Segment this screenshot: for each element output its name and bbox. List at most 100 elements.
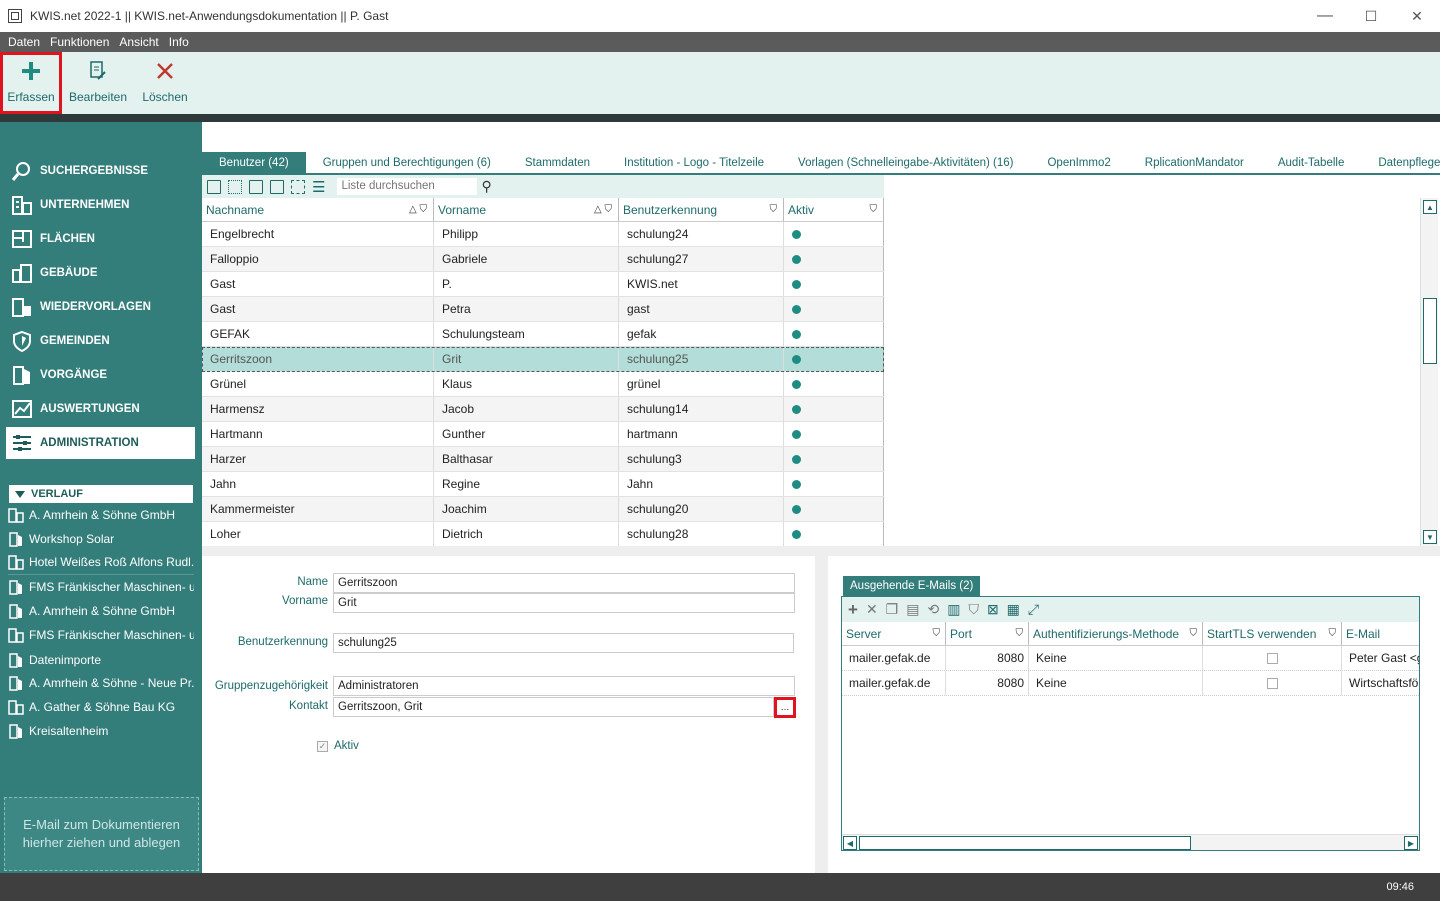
cell-vorname[interactable]: P. bbox=[434, 272, 619, 296]
history-item[interactable]: Kreisaltenheim bbox=[8, 720, 194, 742]
kontakt-select-button[interactable]: ... bbox=[774, 697, 796, 718]
nav-gemeinden[interactable]: GEMEINDEN bbox=[6, 325, 195, 357]
excel-export-icon[interactable]: ⊠ bbox=[987, 601, 999, 618]
kontakt-field[interactable]: Gerritszoon, Grit bbox=[333, 697, 774, 717]
aktiv-checkbox[interactable]: ✓ Aktiv bbox=[317, 740, 359, 752]
cell-vorname[interactable]: Jacob bbox=[434, 397, 619, 421]
cell-nachname[interactable]: Hartmann bbox=[202, 422, 434, 446]
cell-vorname[interactable]: Petra bbox=[434, 297, 619, 321]
cell-vorname[interactable]: Dietrich bbox=[434, 522, 619, 546]
menu-daten[interactable]: Daten bbox=[3, 35, 45, 49]
nav-suchergebnisse[interactable]: SUCHERGEBNISSE bbox=[6, 155, 195, 187]
tab-openimmo[interactable]: OpenImmo2 bbox=[1030, 152, 1127, 174]
cell-nachname[interactable]: Harmensz bbox=[202, 397, 434, 421]
cell-vorname[interactable]: Klaus bbox=[434, 372, 619, 396]
cell-aktiv[interactable] bbox=[784, 297, 884, 321]
kennung-field[interactable]: schulung25 bbox=[333, 633, 794, 653]
cell-vorname[interactable]: Gabriele bbox=[434, 247, 619, 271]
table-row[interactable]: Jahn Regine Jahn bbox=[202, 472, 884, 497]
col-vorname[interactable]: Vorname △ ⛉ bbox=[434, 198, 619, 221]
gruppe-field[interactable]: Administratoren bbox=[333, 676, 795, 696]
history-item[interactable]: FMS Fränkischer Maschinen- u... bbox=[8, 576, 194, 598]
nav-gebaeude[interactable]: GEBÄUDE bbox=[6, 257, 195, 289]
sort-filter-icon[interactable]: △ ⛉ bbox=[409, 204, 427, 215]
nav-unternehmen[interactable]: UNTERNEHMEN bbox=[6, 189, 195, 221]
mail-row[interactable]: mailer.gefak.de 8080 Keine Peter Gast <g bbox=[842, 646, 1419, 671]
cell-auth[interactable]: Keine bbox=[1029, 646, 1203, 670]
tab-datenpflege[interactable]: Datenpflege bbox=[1361, 152, 1440, 174]
cell-benutzerkennung[interactable]: hartmann bbox=[619, 422, 784, 446]
col-server[interactable]: Server ⛉ bbox=[842, 622, 946, 645]
cell-benutzerkennung[interactable]: gefak bbox=[619, 322, 784, 346]
nav-administration[interactable]: ADMINISTRATION bbox=[6, 427, 195, 459]
table-row[interactable]: Harzer Balthasar schulung3 bbox=[202, 447, 884, 472]
cell-aktiv[interactable] bbox=[784, 447, 884, 471]
copy-icon[interactable]: ❐ bbox=[886, 601, 899, 618]
cell-benutzerkennung[interactable]: schulung14 bbox=[619, 397, 784, 421]
delete-button[interactable]: Löschen bbox=[134, 52, 196, 114]
cell-nachname[interactable]: Engelbrecht bbox=[202, 222, 434, 246]
col-aktiv[interactable]: Aktiv ⛉ bbox=[784, 198, 884, 221]
minimize-button[interactable]: — bbox=[1302, 0, 1348, 32]
vertical-splitter[interactable] bbox=[815, 556, 828, 873]
table-row[interactable]: Kammermeister Joachim schulung20 bbox=[202, 497, 884, 522]
clear-filter-icon[interactable] bbox=[228, 179, 242, 194]
col-port[interactable]: Port ⛉ bbox=[946, 622, 1029, 645]
nav-flaechen[interactable]: FLÄCHEN bbox=[6, 223, 195, 255]
history-item[interactable]: A. Amrhein & Söhne - Neue Pr... bbox=[8, 672, 194, 694]
history-item[interactable]: Hotel Weißes Roß Alfons Rudl... bbox=[8, 551, 194, 573]
cell-aktiv[interactable] bbox=[784, 372, 884, 396]
cell-nachname[interactable]: Loher bbox=[202, 522, 434, 546]
tab-vorlagen[interactable]: Vorlagen (Schnelleingabe-Aktivitäten) (1… bbox=[781, 152, 1030, 174]
nav-auswertungen[interactable]: AUSWERTUNGEN bbox=[6, 393, 195, 425]
table-row[interactable]: Gerritszoon Grit schulung25 bbox=[202, 347, 884, 372]
col-auth[interactable]: Authentifizierungs-Methode ⛉ bbox=[1029, 622, 1203, 645]
history-item[interactable]: FMS Fränkischer Maschinen- u... bbox=[8, 624, 194, 646]
history-item[interactable]: A. Amrhein & Söhne GmbH bbox=[8, 504, 194, 526]
table-row[interactable]: Gast Petra gast bbox=[202, 297, 884, 322]
scroll-left-icon[interactable]: ◀ bbox=[843, 836, 857, 850]
col-benutzerkennung[interactable]: Benutzerkennung ⛉ bbox=[619, 198, 784, 221]
cell-nachname[interactable]: Gast bbox=[202, 297, 434, 321]
filter-icon[interactable]: ⛉ bbox=[870, 204, 878, 215]
cell-aktiv[interactable] bbox=[784, 472, 884, 496]
refresh-icon[interactable]: ⟲ bbox=[927, 601, 939, 618]
excel-export-icon[interactable] bbox=[249, 179, 263, 194]
cell-benutzerkennung[interactable]: schulung3 bbox=[619, 447, 784, 471]
menu-lines-icon[interactable]: ☰ bbox=[312, 178, 325, 196]
cell-nachname[interactable]: Gast bbox=[202, 272, 434, 296]
sort-filter-icon[interactable]: △ ⛉ bbox=[594, 204, 612, 215]
tab-ausgehende-emails[interactable]: Ausgehende E-Mails (2) bbox=[843, 576, 981, 596]
cell-vorname[interactable]: Balthasar bbox=[434, 447, 619, 471]
col-nachname[interactable]: Nachname △ ⛉ bbox=[202, 198, 434, 221]
cell-starttls[interactable] bbox=[1203, 671, 1342, 695]
scroll-up-icon[interactable]: ▲ bbox=[1423, 200, 1437, 214]
cell-server[interactable]: mailer.gefak.de bbox=[842, 671, 946, 695]
delete-icon[interactable]: ✕ bbox=[866, 601, 878, 618]
cell-port[interactable]: 8080 bbox=[946, 671, 1029, 695]
scroll-right-icon[interactable]: ▶ bbox=[1404, 836, 1418, 850]
tab-institution[interactable]: Institution - Logo - Titelzeile bbox=[607, 152, 781, 174]
history-header[interactable]: VERLAUF bbox=[9, 485, 193, 503]
expand-icon[interactable]: ⤢ bbox=[1028, 601, 1039, 618]
cell-nachname[interactable]: Gerritszoon bbox=[202, 347, 434, 371]
clear-filter-icon[interactable]: ⛉ bbox=[968, 601, 979, 618]
table-row[interactable]: Hartmann Gunther hartmann bbox=[202, 422, 884, 447]
tab-audit[interactable]: Audit-Tabelle bbox=[1261, 152, 1361, 174]
scroll-down-icon[interactable]: ▼ bbox=[1423, 530, 1437, 544]
cell-benutzerkennung[interactable]: schulung20 bbox=[619, 497, 784, 521]
cell-aktiv[interactable] bbox=[784, 347, 884, 371]
email-dropzone[interactable]: E-Mail zum Dokumentieren hierher ziehen … bbox=[4, 797, 199, 871]
cell-port[interactable]: 8080 bbox=[946, 646, 1029, 670]
cell-aktiv[interactable] bbox=[784, 322, 884, 346]
add-button[interactable]: Erfassen bbox=[0, 52, 62, 114]
tab-replication[interactable]: RplicationMandator bbox=[1128, 152, 1261, 174]
mail-row[interactable]: mailer.gefak.de 8080 Keine Wirtschaftsför bbox=[842, 671, 1419, 696]
table-row[interactable]: Loher Dietrich schulung28 bbox=[202, 522, 884, 547]
add-icon[interactable]: + bbox=[848, 600, 858, 620]
cell-benutzerkennung[interactable]: schulung24 bbox=[619, 222, 784, 246]
table-row[interactable]: GEFAK Schulungsteam gefak bbox=[202, 322, 884, 347]
menu-info[interactable]: Info bbox=[164, 35, 194, 49]
cell-nachname[interactable]: Grünel bbox=[202, 372, 434, 396]
cell-nachname[interactable]: Harzer bbox=[202, 447, 434, 471]
